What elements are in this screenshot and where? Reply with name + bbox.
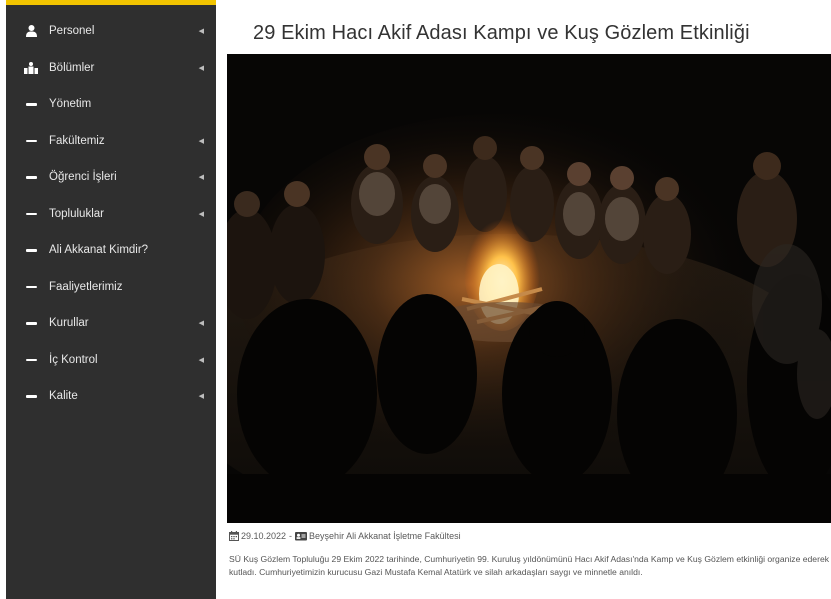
chevron-left-icon: ◀ xyxy=(198,356,204,364)
sidebar-item-fakultemiz[interactable]: Fakültemiz ◀ xyxy=(6,123,216,160)
sidebar-item-label: Personel xyxy=(49,25,95,38)
dash-icon xyxy=(24,280,38,294)
sidebar-item-ogrenci-isleri[interactable]: Öğrenci İşleri ◀ xyxy=(6,159,216,196)
dash-icon xyxy=(24,243,38,257)
page-title: 29 Ekim Hacı Akif Adası Kampı ve Kuş Göz… xyxy=(253,22,750,44)
sidebar-item-label: Yönetim xyxy=(49,98,92,111)
sidebar-item-label: Öğrenci İşleri xyxy=(49,171,117,184)
chevron-left-icon: ◀ xyxy=(198,210,204,218)
sidebar: Personel ◀ Bölümler ◀ Yönetim Fakültemiz… xyxy=(6,0,216,599)
sidebar-item-label: Fakültemiz xyxy=(49,134,105,147)
sidebar-item-label: İç Kontrol xyxy=(49,353,98,366)
chevron-left-icon: ◀ xyxy=(198,64,204,72)
article-meta: 29.10.2022 - Beyşehir Ali Akkanat İşletm… xyxy=(229,531,461,541)
chevron-left-icon: ◀ xyxy=(198,174,204,182)
dash-icon xyxy=(24,134,38,148)
calendar-icon xyxy=(229,531,239,541)
dash-icon xyxy=(24,207,38,221)
article-source[interactable]: Beyşehir Ali Akkanat İşletme Fakültesi xyxy=(309,531,461,541)
sidebar-item-bolumler[interactable]: Bölümler ◀ xyxy=(6,50,216,87)
sidebar-item-yonetim[interactable]: Yönetim xyxy=(6,86,216,123)
article-date: 29.10.2022 xyxy=(241,531,287,541)
chevron-left-icon: ◀ xyxy=(198,320,204,328)
sidebar-item-ali-akkanat-kimdir[interactable]: Ali Akkanat Kimdir? xyxy=(6,232,216,269)
sidebar-item-label: Kalite xyxy=(49,390,78,403)
sidebar-menu: Personel ◀ Bölümler ◀ Yönetim Fakültemiz… xyxy=(6,5,216,415)
meta-separator: - xyxy=(289,531,293,541)
sidebar-item-personel[interactable]: Personel ◀ xyxy=(6,13,216,50)
article-body: SÜ Kuş Gözlem Topluluğu 29 Ekim 2022 tar… xyxy=(229,554,830,577)
campfire-photo-illustration xyxy=(227,54,831,523)
sidebar-item-kurullar[interactable]: Kurullar ◀ xyxy=(6,305,216,342)
sidebar-item-label: Faaliyetlerimiz xyxy=(49,280,123,293)
dash-icon xyxy=(24,316,38,330)
chevron-left-icon: ◀ xyxy=(198,137,204,145)
sidebar-item-ic-kontrol[interactable]: İç Kontrol ◀ xyxy=(6,342,216,379)
user-icon xyxy=(24,24,38,38)
dash-icon xyxy=(24,170,38,184)
dash-icon xyxy=(24,97,38,111)
article-photo xyxy=(227,54,831,523)
sidebar-item-label: Ali Akkanat Kimdir? xyxy=(49,244,149,257)
dash-icon xyxy=(24,353,38,367)
building-icon xyxy=(24,61,38,75)
sidebar-item-label: Topluluklar xyxy=(49,207,104,220)
sidebar-item-kalite[interactable]: Kalite ◀ xyxy=(6,378,216,415)
dash-icon xyxy=(24,389,38,403)
id-card-icon xyxy=(295,531,308,541)
chevron-left-icon: ◀ xyxy=(198,28,204,36)
sidebar-item-topluluklar[interactable]: Topluluklar ◀ xyxy=(6,196,216,233)
sidebar-item-faaliyetlerimiz[interactable]: Faaliyetlerimiz xyxy=(6,269,216,306)
sidebar-item-label: Kurullar xyxy=(49,317,89,330)
chevron-left-icon: ◀ xyxy=(198,393,204,401)
sidebar-item-label: Bölümler xyxy=(49,61,95,74)
